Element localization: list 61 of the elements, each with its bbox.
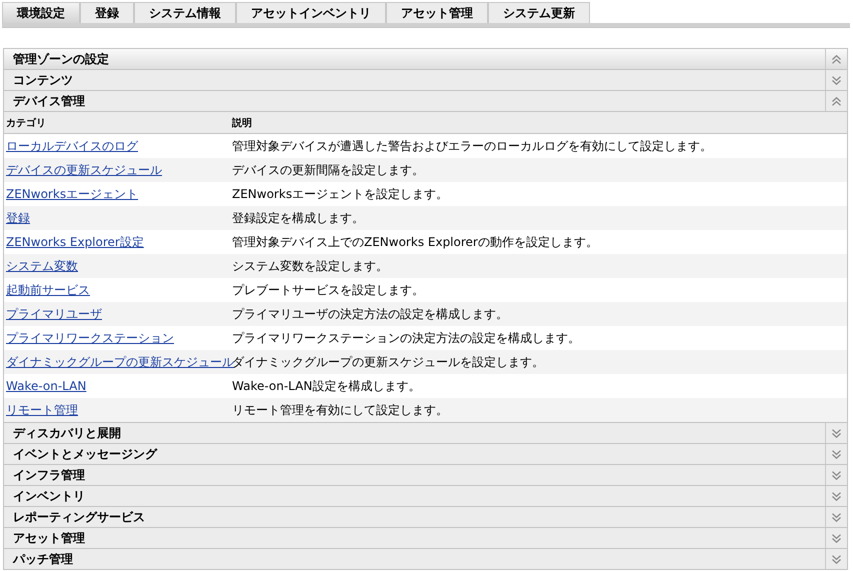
column-header: カテゴリ [5, 116, 47, 130]
section-title: コンテンツ [12, 72, 74, 89]
section-header[interactable]: インベントリ [4, 486, 847, 507]
section-header[interactable]: アセット管理 [4, 528, 847, 549]
category-link[interactable]: システム変数 [6, 258, 78, 272]
section-header[interactable]: レポーティングサービス [4, 507, 847, 528]
section-title: インベントリ [12, 488, 86, 505]
category-link[interactable]: Wake-on-LAN [6, 379, 86, 393]
description-text: ダイナミックグループの更新スケジュールを設定します。 [232, 354, 545, 370]
description-text: ZENworksエージェントを設定します。 [231, 186, 450, 202]
category-link[interactable]: ダイナミックグループの更新スケジュール [6, 354, 234, 368]
expand-icon[interactable] [832, 450, 841, 458]
category-link[interactable]: プライマリワークステーション [6, 330, 174, 344]
section-header[interactable]: パッチ管理 [4, 549, 847, 570]
section-header[interactable]: ディスカバリと展開 [4, 423, 847, 444]
column-header: 説明 [230, 116, 253, 130]
description-text: デバイスの更新間隔を設定します。 [231, 162, 425, 178]
category-link[interactable]: リモート管理 [6, 402, 78, 416]
tab[interactable]: アセットインベントリ [236, 2, 386, 23]
section-title: アセット管理 [12, 530, 86, 547]
expand-icon[interactable] [832, 470, 841, 480]
description-text: リモート管理を有効にして設定します。 [231, 402, 449, 418]
category-link[interactable]: プライマリユーザ [6, 306, 102, 320]
category-link[interactable]: ローカルデバイスのログ [6, 138, 138, 152]
tab[interactable]: 環境設定 [2, 2, 80, 23]
description-text: Wake-on-LAN設定を構成します。 [231, 378, 422, 394]
description-text: プライマリワークステーションの決定方法の設定を構成します。 [231, 330, 581, 346]
category-link[interactable]: 起動前サービス [6, 282, 90, 296]
tab[interactable]: アセット管理 [386, 2, 488, 23]
section-title: パッチ管理 [12, 551, 74, 568]
section-title: デバイス管理 [12, 93, 86, 110]
description-text: 登録設定を構成します。 [231, 210, 365, 226]
collapse-icon[interactable] [832, 96, 841, 106]
tab[interactable]: 登録 [80, 2, 134, 23]
expand-icon[interactable] [832, 76, 841, 84]
panel-title: 管理ゾーンの設定 [12, 51, 110, 68]
expand-icon[interactable] [832, 428, 841, 438]
category-link[interactable]: ZENworks Explorer設定 [6, 234, 144, 248]
expand-icon[interactable] [832, 512, 841, 522]
section-title: レポーティングサービス [12, 509, 146, 526]
category-link[interactable]: ZENworksエージェント [6, 186, 138, 200]
description-text: プレブートサービスを設定します。 [231, 282, 425, 298]
expand-icon[interactable] [832, 534, 841, 542]
tab[interactable]: システム更新 [488, 2, 590, 23]
section-header[interactable]: デバイス管理 [4, 91, 847, 112]
expand-icon[interactable] [832, 554, 841, 564]
collapse-icon[interactable] [832, 54, 841, 64]
description-text: プライマリユーザの決定方法の設定を構成します。 [231, 306, 509, 322]
section-title: インフラ管理 [12, 467, 86, 484]
tab[interactable]: システム情報 [134, 2, 236, 23]
section-header[interactable]: インフラ管理 [4, 465, 847, 486]
section-title: ディスカバリと展開 [12, 425, 122, 442]
category-link[interactable]: 登録 [6, 210, 30, 224]
category-link[interactable]: デバイスの更新スケジュール [6, 162, 162, 176]
description-text: システム変数を設定します。 [231, 258, 389, 274]
expand-icon[interactable] [832, 492, 841, 500]
section-header[interactable]: コンテンツ [4, 70, 847, 91]
section-title: イベントとメッセージング [12, 446, 158, 463]
description-text: 管理対象デバイスが遭遇した警告およびエラーのローカルログを有効にして設定します。 [231, 138, 713, 154]
section-header[interactable]: イベントとメッセージング [4, 444, 847, 465]
description-text: 管理対象デバイス上でのZENworks Explorerの動作を設定します。 [231, 234, 599, 250]
